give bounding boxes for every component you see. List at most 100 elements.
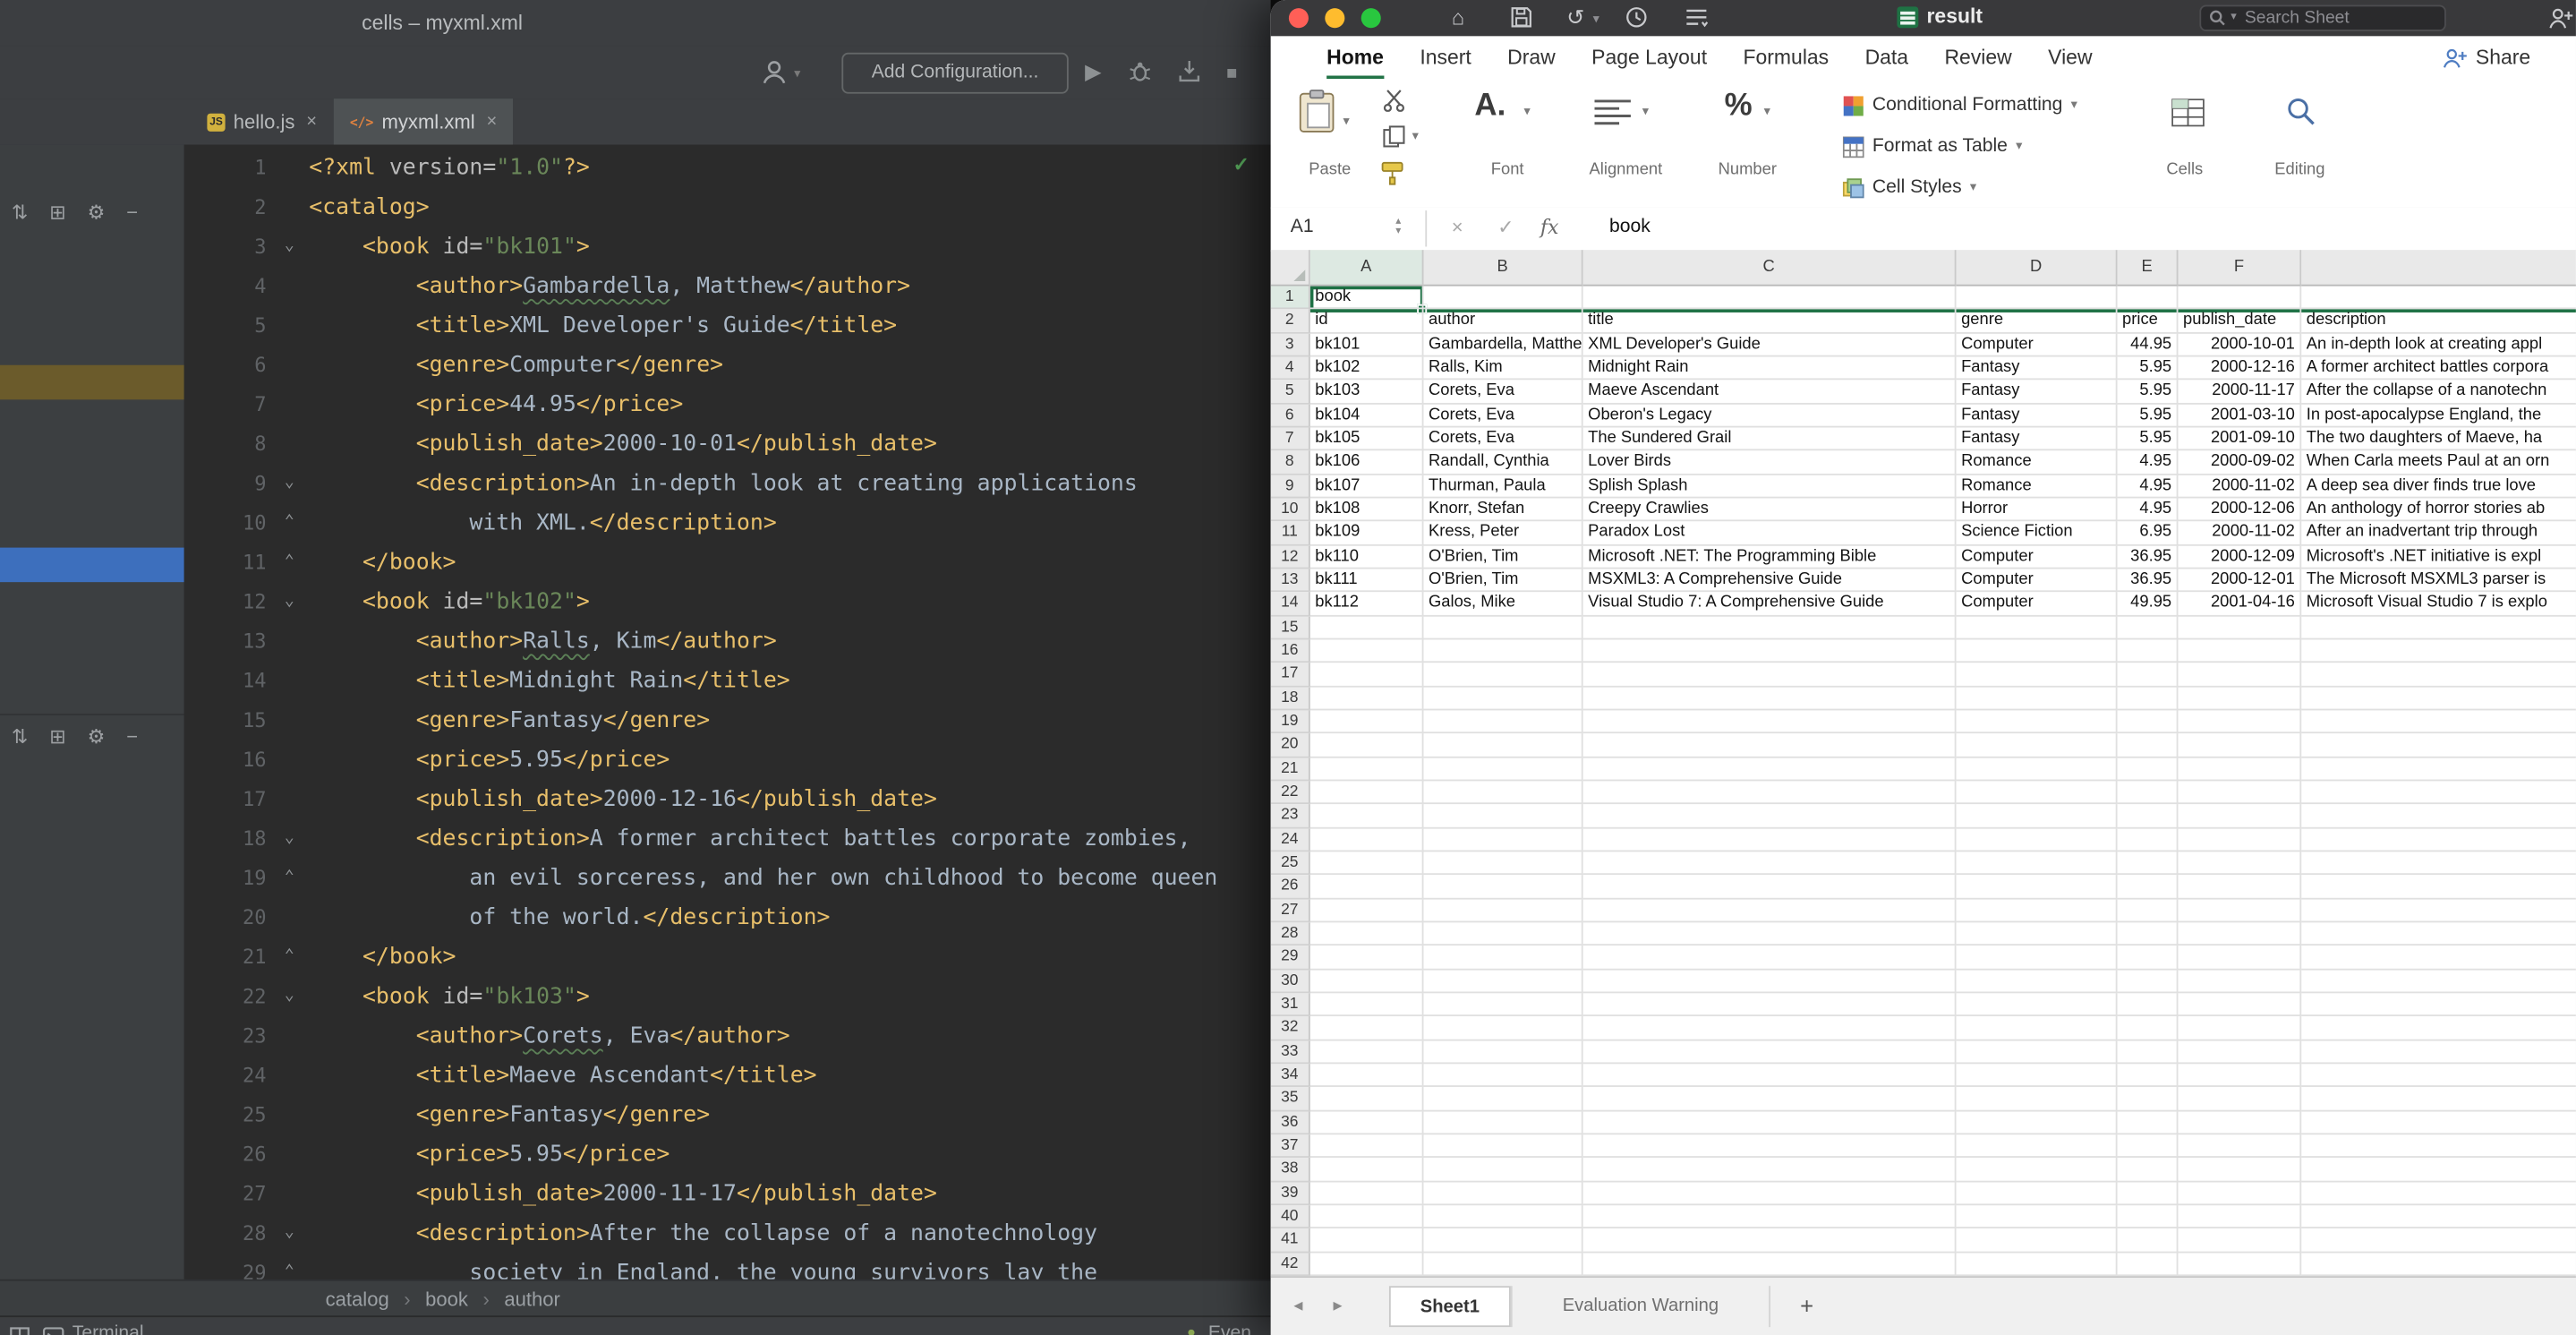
cell-C42[interactable] <box>1583 1253 1957 1276</box>
cell-G41[interactable] <box>2301 1229 2576 1253</box>
cell-A25[interactable] <box>1310 851 1424 875</box>
cell-A39[interactable] <box>1310 1182 1424 1205</box>
cell-D2[interactable]: genre <box>1957 310 2118 333</box>
cell-F14[interactable]: 2001-04-16 <box>2178 593 2301 616</box>
cell-F18[interactable] <box>2178 687 2301 710</box>
row-header-14[interactable]: 14 <box>1271 593 1310 616</box>
cell-F38[interactable] <box>2178 1159 2301 1182</box>
cell-A7[interactable]: bk105 <box>1310 428 1424 451</box>
cell-E36[interactable] <box>2118 1111 2179 1134</box>
row-header-35[interactable]: 35 <box>1271 1088 1310 1111</box>
cell-C36[interactable] <box>1583 1111 1957 1134</box>
cell-A31[interactable] <box>1310 993 1424 1016</box>
cell-C9[interactable]: Splish Splash <box>1583 475 1957 498</box>
cell-F7[interactable]: 2001-09-10 <box>2178 428 2301 451</box>
row-header-25[interactable]: 25 <box>1271 851 1310 875</box>
cell-C40[interactable] <box>1583 1205 1957 1228</box>
row-header-41[interactable]: 41 <box>1271 1229 1310 1253</box>
cell-F9[interactable]: 2000-11-02 <box>2178 475 2301 498</box>
row-header-26[interactable]: 26 <box>1271 876 1310 899</box>
row-header-33[interactable]: 33 <box>1271 1040 1310 1064</box>
cell-G12[interactable]: Microsoft's .NET initiative is expl <box>2301 545 2576 569</box>
ribbon-tab-insert[interactable]: Insert <box>1420 36 1471 79</box>
cell-D29[interactable] <box>1957 946 2118 970</box>
cell-G23[interactable] <box>2301 805 2576 828</box>
cell-D7[interactable]: Fantasy <box>1957 428 2118 451</box>
cell-F42[interactable] <box>2178 1253 2301 1276</box>
copy-caret-icon[interactable]: ▾ <box>1412 130 1419 143</box>
row-header-4[interactable]: 4 <box>1271 357 1310 381</box>
tab-myxml-xml[interactable]: </>myxml.xml× <box>333 98 513 144</box>
cell-G21[interactable] <box>2301 757 2576 781</box>
panel-row-highlight-amber[interactable] <box>0 365 184 400</box>
save-icon[interactable] <box>1511 6 1532 28</box>
cell-D37[interactable] <box>1957 1134 2118 1158</box>
cell-B16[interactable] <box>1423 639 1582 663</box>
cell-G4[interactable]: A former architect battles corpora <box>2301 357 2576 381</box>
stop-icon[interactable]: ■ <box>1226 61 1237 87</box>
cell-A29[interactable] <box>1310 946 1424 970</box>
undo-icon[interactable]: ↺ <box>1566 5 1584 31</box>
cell-F8[interactable]: 2000-09-02 <box>2178 451 2301 475</box>
cell-E41[interactable] <box>2118 1229 2179 1253</box>
cell-C35[interactable] <box>1583 1088 1957 1111</box>
cell-A22[interactable] <box>1310 781 1424 804</box>
sheet-tab-evaluation-warning[interactable]: Evaluation Warning <box>1511 1286 1770 1327</box>
cell-C21[interactable] <box>1583 757 1957 781</box>
cell-C5[interactable]: Maeve Ascendant <box>1583 381 1957 404</box>
gear-icon[interactable]: ⚙ <box>88 725 106 749</box>
hide-panel-icon[interactable]: − <box>126 725 138 749</box>
fold-marker[interactable]: ⌃ <box>277 937 303 977</box>
cell-D15[interactable] <box>1957 616 2118 639</box>
cell-B29[interactable] <box>1423 946 1582 970</box>
cell-E7[interactable]: 5.95 <box>2118 428 2179 451</box>
cell-E21[interactable] <box>2118 757 2179 781</box>
cell-A20[interactable] <box>1310 734 1424 757</box>
cell-C4[interactable]: Midnight Rain <box>1583 357 1957 381</box>
cell-E34[interactable] <box>2118 1064 2179 1087</box>
cell-A21[interactable] <box>1310 757 1424 781</box>
cell-G3[interactable]: An in-depth look at creating appl <box>2301 333 2576 356</box>
cell-B35[interactable] <box>1423 1088 1582 1111</box>
cell-D39[interactable] <box>1957 1182 2118 1205</box>
cell-A19[interactable] <box>1310 710 1424 733</box>
cell-E24[interactable] <box>2118 828 2179 851</box>
coverage-icon[interactable] <box>1177 59 1202 84</box>
cell-B31[interactable] <box>1423 993 1582 1016</box>
cell-D30[interactable] <box>1957 970 2118 993</box>
cell-F5[interactable]: 2000-11-17 <box>2178 381 2301 404</box>
column-header-C[interactable]: C <box>1583 250 1957 286</box>
cell-G32[interactable] <box>2301 1017 2576 1040</box>
cell-A32[interactable] <box>1310 1017 1424 1040</box>
cell-D35[interactable] <box>1957 1088 2118 1111</box>
cell-G20[interactable] <box>2301 734 2576 757</box>
close-tab-icon[interactable]: × <box>306 112 317 132</box>
cell-G22[interactable] <box>2301 781 2576 804</box>
cell-B6[interactable]: Corets, Eva <box>1423 404 1582 427</box>
cell-B37[interactable] <box>1423 1134 1582 1158</box>
run-icon[interactable]: ▶ <box>1085 59 1101 85</box>
cell-C23[interactable] <box>1583 805 1957 828</box>
cell-A23[interactable] <box>1310 805 1424 828</box>
cell-D19[interactable] <box>1957 710 2118 733</box>
cell-C13[interactable]: MSXML3: A Comprehensive Guide <box>1583 569 1957 592</box>
cell-C17[interactable] <box>1583 663 1957 687</box>
cell-C25[interactable] <box>1583 851 1957 875</box>
fold-marker[interactable]: ⌃ <box>277 543 303 582</box>
cell-G28[interactable] <box>2301 922 2576 946</box>
row-header-5[interactable]: 5 <box>1271 381 1310 404</box>
cell-G34[interactable] <box>2301 1064 2576 1087</box>
cell-C15[interactable] <box>1583 616 1957 639</box>
copy-icon[interactable] <box>1383 125 1406 149</box>
cell-A10[interactable]: bk108 <box>1310 498 1424 521</box>
font-icon[interactable]: A. <box>1474 89 1506 124</box>
column-header-D[interactable]: D <box>1957 250 2118 286</box>
cell-F1[interactable] <box>2178 287 2301 310</box>
cell-D5[interactable]: Fantasy <box>1957 381 2118 404</box>
row-header-34[interactable]: 34 <box>1271 1064 1310 1087</box>
ribbon-tab-view[interactable]: View <box>2048 36 2092 79</box>
close-tab-icon[interactable]: × <box>486 112 497 132</box>
ribbon-tab-draw[interactable]: Draw <box>1507 36 1556 79</box>
cell-F28[interactable] <box>2178 922 2301 946</box>
row-header-23[interactable]: 23 <box>1271 805 1310 828</box>
